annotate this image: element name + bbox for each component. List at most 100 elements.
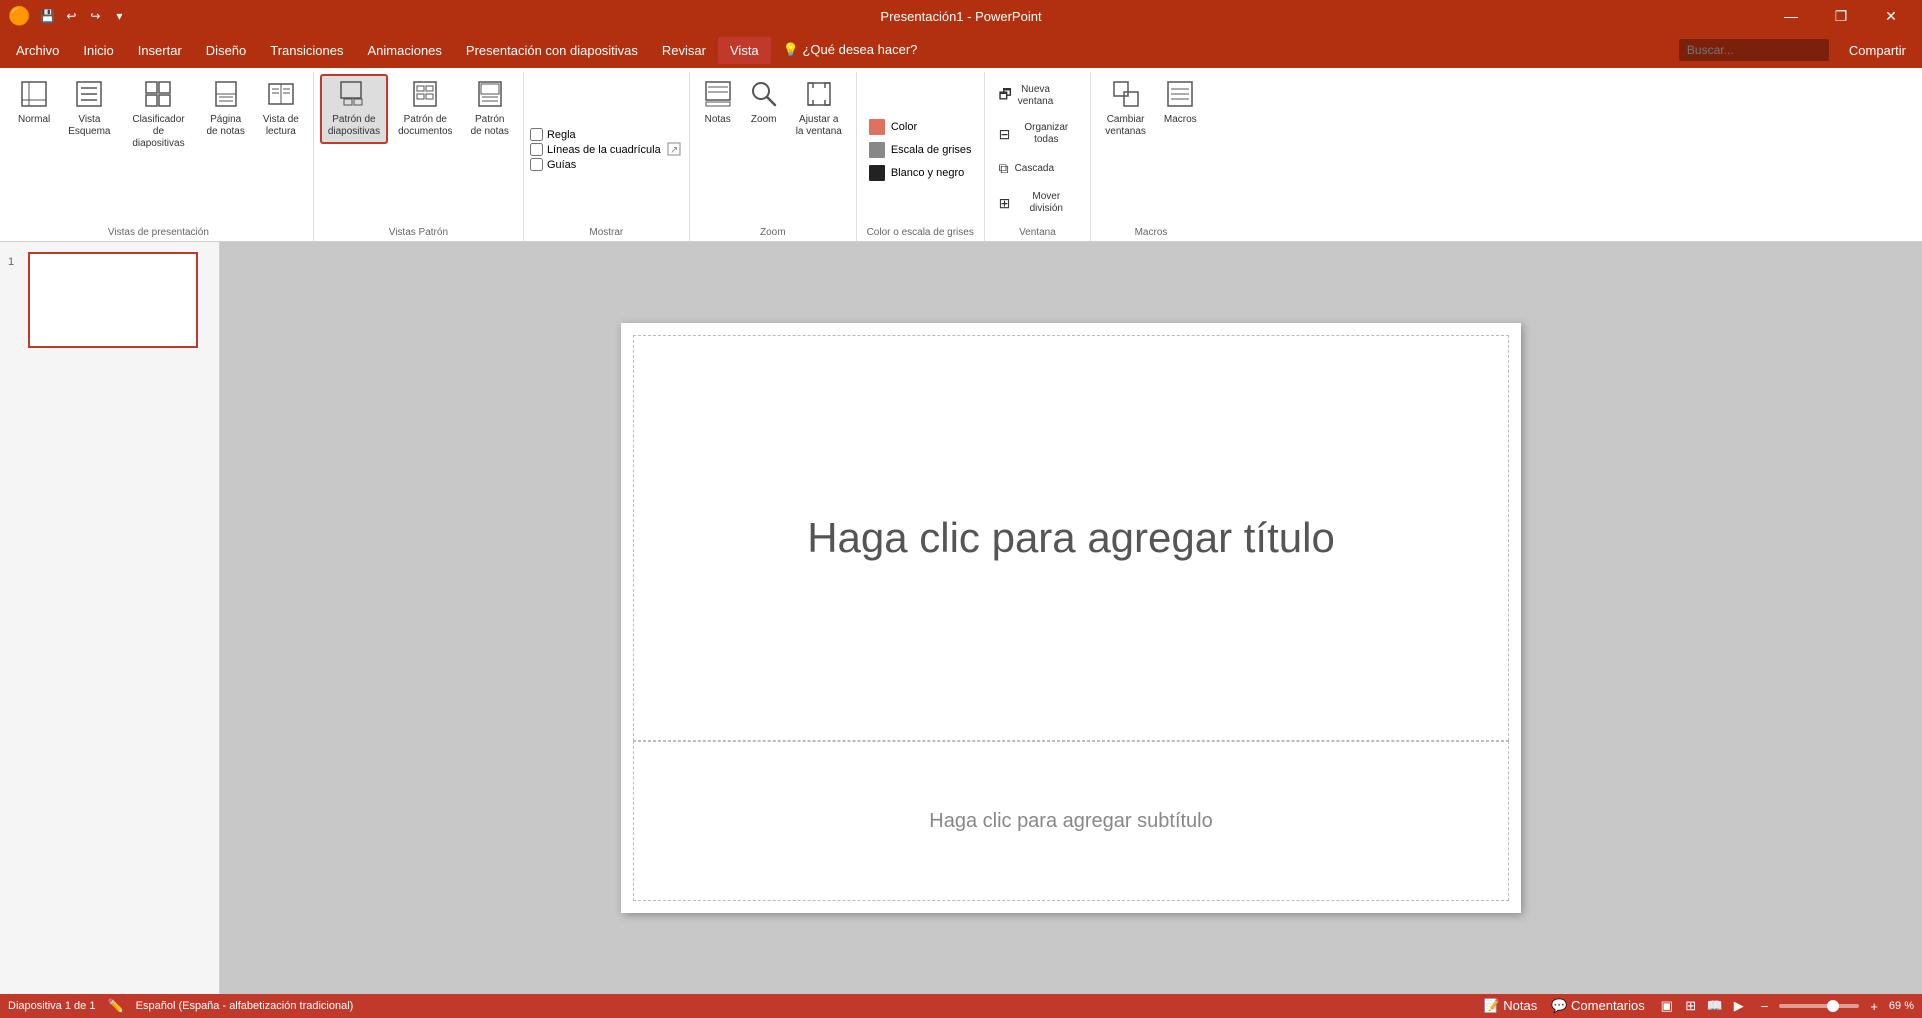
slide-number: 1 [8, 252, 22, 268]
btn-clasificador[interactable]: Clasificador dediapositivas [120, 74, 196, 156]
btn-vista-esquema-label: VistaEsquema [68, 114, 110, 138]
regla-checkbox[interactable] [530, 128, 543, 141]
vistas-presentacion-items: Normal VistaEsquema [10, 74, 307, 225]
comments-label: Comentarios [1571, 998, 1645, 1013]
restore-button[interactable]: ❐ [1818, 0, 1864, 32]
slide-thumbnail[interactable] [28, 252, 198, 348]
patron-notas-icon [476, 80, 504, 112]
slide-title-area[interactable]: Haga clic para agregar título [633, 335, 1509, 741]
minimize-button[interactable]: — [1768, 0, 1814, 32]
notes-button[interactable]: 📝 Notas [1480, 998, 1540, 1014]
mostrar-items: Regla Líneas de la cuadrícula Guías ↗ [530, 74, 683, 225]
reading-view-btn[interactable]: 📖 [1704, 997, 1726, 1015]
save-button[interactable]: 💾 [36, 5, 58, 27]
lineas-checkbox[interactable] [530, 143, 543, 156]
slide-subtitle-placeholder[interactable]: Haga clic para agregar subtítulo [929, 810, 1213, 833]
btn-mover-division[interactable]: ⊞ Mover división [991, 185, 1085, 221]
menu-bar: Archivo Inicio Insertar Diseño Transicio… [0, 32, 1922, 68]
color-label: Color o escala de grises [863, 225, 978, 241]
btn-escala-grises-label: Escala de grises [891, 144, 972, 156]
btn-zoom[interactable]: Zoom [742, 74, 786, 132]
window-title: Presentación1 - PowerPoint [880, 9, 1041, 24]
escala-grises-swatch [869, 142, 885, 158]
btn-organizar-todas-label: Organizar todas [1016, 122, 1076, 146]
zoom-slider-thumb[interactable] [1827, 1000, 1839, 1012]
zoom-minus-btn[interactable]: − [1758, 999, 1772, 1014]
blanco-negro-swatch [869, 165, 885, 181]
menu-vista[interactable]: Vista [718, 37, 771, 64]
grid-view-btn[interactable]: ⊞ [1680, 997, 1702, 1015]
redo-button[interactable]: ↪ [84, 5, 106, 27]
slide-title-placeholder[interactable]: Haga clic para agregar título [807, 514, 1335, 562]
notes-icon: 📝 [1483, 998, 1499, 1013]
btn-cascada-label: Cascada [1015, 163, 1054, 175]
menu-bar-right: Compartir [1679, 39, 1918, 62]
btn-cambiar-ventanas-label: Cambiarventanas [1105, 114, 1146, 138]
menu-inicio[interactable]: Inicio [71, 37, 125, 64]
btn-zoom-label: Zoom [751, 114, 777, 126]
btn-patron-diapositivas[interactable]: Patrón dediapositivas [320, 74, 388, 144]
btn-patron-notas[interactable]: Patrónde notas [463, 74, 517, 144]
menu-archivo[interactable]: Archivo [4, 37, 71, 64]
comments-button[interactable]: 💬 Comentarios [1548, 998, 1648, 1014]
customize-quick-access-button[interactable]: ▾ [108, 5, 130, 27]
menu-revisar[interactable]: Revisar [650, 37, 718, 64]
zoom-slider[interactable] [1779, 1004, 1859, 1008]
btn-normal[interactable]: Normal [10, 74, 58, 132]
btn-ajustar[interactable]: Ajustar ala ventana [788, 74, 850, 144]
btn-blanco-negro[interactable]: Blanco y negro [863, 162, 978, 184]
btn-macros-label: Macros [1164, 114, 1197, 126]
vista-lectura-icon [267, 80, 295, 112]
guias-label: Guías [547, 159, 576, 171]
title-bar: 🟠 💾 ↩ ↪ ▾ Presentación1 - PowerPoint — ❐… [0, 0, 1922, 32]
btn-macros[interactable]: Macros [1156, 74, 1205, 132]
menu-animaciones[interactable]: Animaciones [355, 37, 453, 64]
organizar-todas-icon: ⊟ [999, 126, 1011, 143]
btn-vista-esquema[interactable]: VistaEsquema [60, 74, 118, 144]
mostrar-expand-icon[interactable]: ↗ [667, 142, 683, 158]
slideshow-view-btn[interactable]: ▶ [1728, 997, 1750, 1015]
checkbox-guias[interactable]: Guías [530, 158, 661, 171]
btn-cascada[interactable]: ⧉ Cascada [991, 154, 1062, 183]
nueva-ventana-icon: 🗗 [999, 84, 1012, 108]
status-right: 📝 Notas 💬 Comentarios ▣ ⊞ 📖 ▶ − + 69 % [1480, 997, 1914, 1015]
menu-help[interactable]: 💡 ¿Qué desea hacer? [771, 36, 930, 64]
btn-cambiar-ventanas[interactable]: Cambiarventanas [1097, 74, 1154, 144]
checkbox-regla[interactable]: Regla [530, 128, 661, 141]
btn-vista-lectura[interactable]: Vista delectura [255, 74, 307, 144]
close-button[interactable]: ✕ [1868, 0, 1914, 32]
ribbon-group-vistas-presentacion: Normal VistaEsquema [4, 72, 314, 241]
ribbon: Normal VistaEsquema [0, 68, 1922, 242]
vista-esquema-icon [75, 80, 103, 112]
btn-patron-documentos[interactable]: Patrón dedocumentos [390, 74, 460, 144]
color-items: Color Escala de grises Blanco y negro [863, 74, 978, 225]
menu-transiciones[interactable]: Transiciones [258, 37, 355, 64]
slide-subtitle-area[interactable]: Haga clic para agregar subtítulo [633, 741, 1509, 901]
btn-escala-grises[interactable]: Escala de grises [863, 139, 978, 161]
guias-checkbox[interactable] [530, 158, 543, 171]
vistas-patron-label: Vistas Patrón [320, 225, 517, 241]
menu-diseno[interactable]: Diseño [194, 37, 258, 64]
btn-color[interactable]: Color [863, 116, 978, 138]
ventana-items: 🗗 Nuevaventana ⊟ Organizar todas ⧉ Casca… [991, 74, 1085, 225]
menu-insertar[interactable]: Insertar [126, 37, 194, 64]
color-swatch [869, 119, 885, 135]
slide-canvas[interactable]: Haga clic para agregar título Haga clic … [621, 323, 1521, 913]
zoom-plus-btn[interactable]: + [1867, 999, 1881, 1014]
search-box[interactable] [1679, 39, 1829, 61]
title-bar-left: 🟠 💾 ↩ ↪ ▾ [8, 5, 130, 27]
macros-label: Macros [1097, 225, 1204, 241]
btn-ajustar-label: Ajustar ala ventana [796, 114, 842, 138]
btn-pagina-notas[interactable]: Páginade notas [198, 74, 252, 144]
zoom-percent: 69 % [1889, 1000, 1914, 1012]
normal-view-btn[interactable]: ▣ [1656, 997, 1678, 1015]
btn-notas[interactable]: Notas [696, 74, 740, 132]
menu-presentacion[interactable]: Presentación con diapositivas [454, 37, 650, 64]
btn-nueva-ventana[interactable]: 🗗 Nuevaventana [991, 78, 1062, 114]
btn-organizar-todas[interactable]: ⊟ Organizar todas [991, 116, 1085, 152]
zoom-label: Zoom [696, 225, 850, 241]
btn-blanco-negro-label: Blanco y negro [891, 167, 964, 179]
checkbox-lineas[interactable]: Líneas de la cuadrícula [530, 143, 661, 156]
undo-button[interactable]: ↩ [60, 5, 82, 27]
share-button[interactable]: Compartir [1837, 39, 1918, 62]
